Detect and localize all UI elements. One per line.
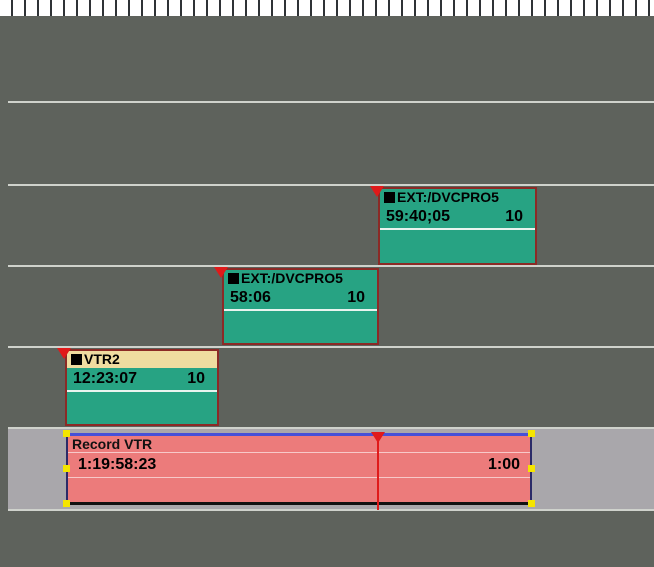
- in-point-marker-icon[interactable]: [57, 348, 71, 359]
- clip-square-icon: [384, 192, 395, 203]
- clip-ext-dvcpro-2[interactable]: EXT:/DVCPRO5 58:06 10: [222, 268, 379, 345]
- clip-header: VTR2: [67, 351, 217, 368]
- empty-track-area: [8, 511, 654, 567]
- clip-timecode-row: 12:23:07 10: [67, 368, 217, 392]
- clip-count: 10: [505, 208, 523, 225]
- clip-header: EXT:/DVCPRO5: [224, 270, 377, 287]
- clip-square-icon: [228, 273, 239, 284]
- trim-handle-icon[interactable]: [63, 465, 70, 472]
- track-3[interactable]: [8, 186, 654, 267]
- playhead-line[interactable]: [377, 432, 379, 510]
- record-duration: 1:00: [487, 456, 520, 473]
- clip-source: EXT:/DVCPRO5: [241, 270, 343, 286]
- in-point-marker-icon[interactable]: [370, 186, 384, 197]
- record-timecode-row: 1:19:58:23 1:00: [68, 452, 530, 478]
- timeline-ruler[interactable]: [0, 0, 654, 16]
- clip-timecode: 59:40;05: [386, 208, 451, 225]
- clip-footer: [380, 230, 535, 248]
- clip-footer: [67, 392, 217, 410]
- record-vtr-clip[interactable]: Record VTR 1:19:58:23 1:00: [66, 433, 532, 505]
- clip-count: 10: [187, 370, 205, 387]
- clip-square-icon: [71, 354, 82, 365]
- clip-vtr2[interactable]: VTR2 12:23:07 10: [65, 349, 219, 426]
- clip-footer: [224, 311, 377, 329]
- track-1[interactable]: [8, 16, 654, 103]
- trim-handle-icon[interactable]: [528, 430, 535, 437]
- trim-handle-icon[interactable]: [528, 465, 535, 472]
- trim-handle-icon[interactable]: [528, 500, 535, 507]
- record-label: Record VTR: [72, 436, 153, 452]
- clip-timecode-row: 59:40;05 10: [380, 206, 535, 230]
- clip-timecode: 12:23:07: [73, 370, 138, 387]
- clip-timecode-row: 58:06 10: [224, 287, 377, 311]
- clip-header: EXT:/DVCPRO5: [380, 189, 535, 206]
- clip-timecode: 58:06: [230, 289, 271, 306]
- trim-handle-icon[interactable]: [63, 500, 70, 507]
- playhead-marker-icon[interactable]: [371, 432, 385, 443]
- record-timecode: 1:19:58:23: [78, 456, 157, 473]
- track-2[interactable]: [8, 103, 654, 186]
- clip-count: 10: [347, 289, 365, 306]
- clip-source: EXT:/DVCPRO5: [397, 189, 499, 205]
- clip-source: VTR2: [84, 351, 120, 367]
- trim-handle-icon[interactable]: [63, 430, 70, 437]
- in-point-marker-icon[interactable]: [214, 267, 228, 278]
- clip-ext-dvcpro-1[interactable]: EXT:/DVCPRO5 59:40;05 10: [378, 187, 537, 265]
